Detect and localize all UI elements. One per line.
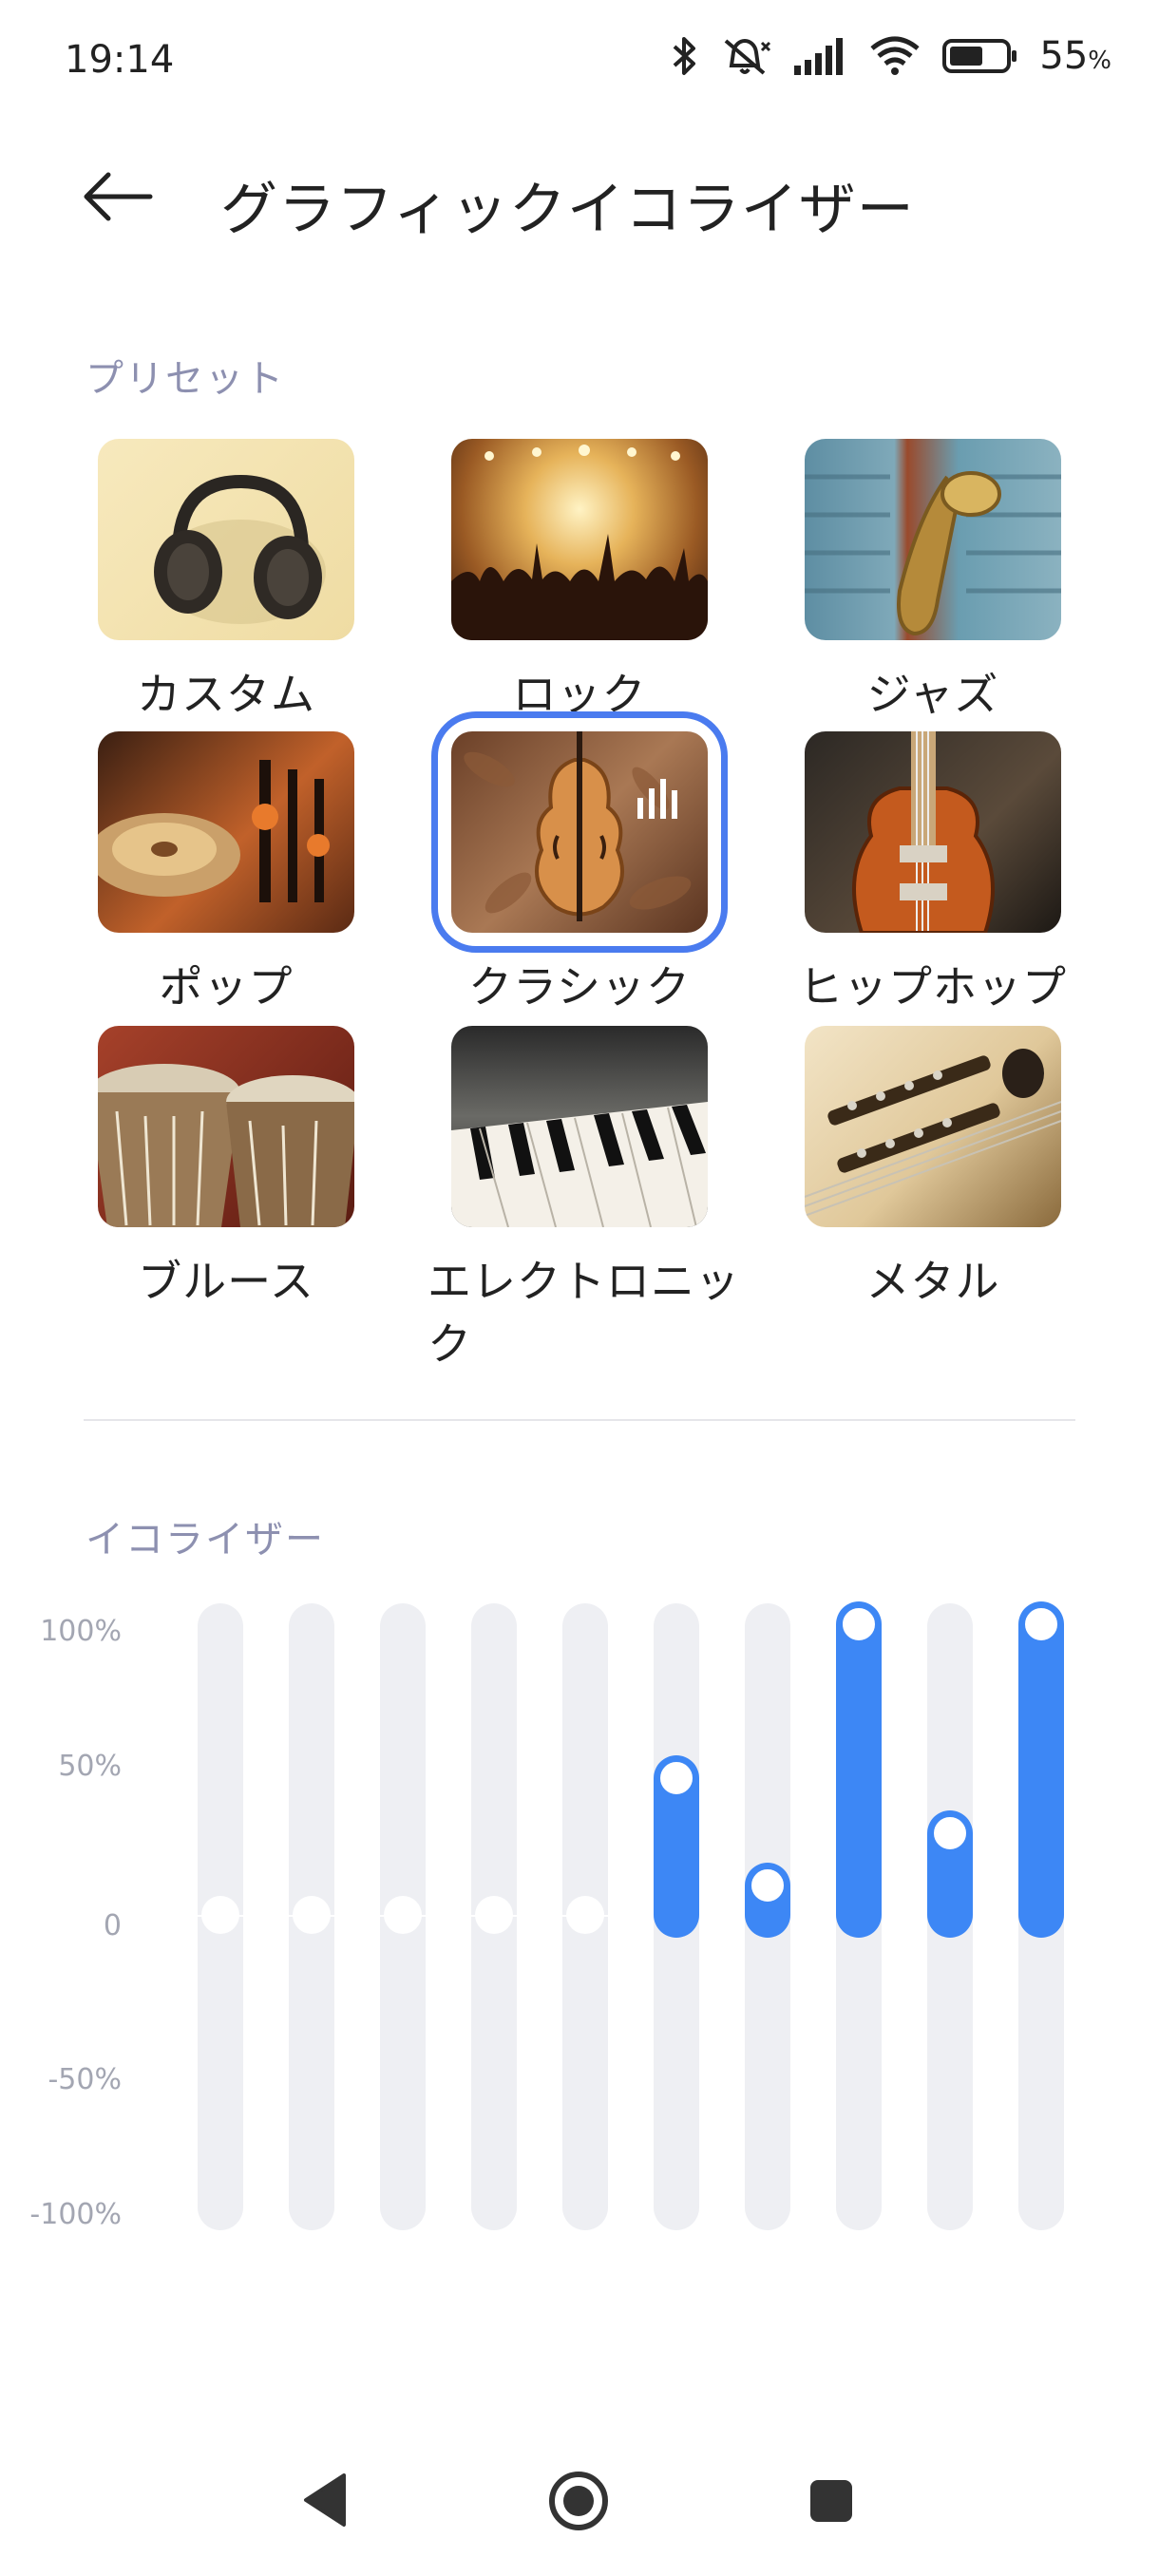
recents-square-icon xyxy=(810,2480,852,2522)
eq-band-fill xyxy=(836,1601,882,1938)
eq-band-knob[interactable] xyxy=(475,1896,513,1934)
home-circle-icon xyxy=(549,2472,608,2530)
nav-recents-button[interactable] xyxy=(808,2477,855,2525)
equalizer-sliders xyxy=(0,0,1159,2280)
eq-band-fill xyxy=(1018,1601,1064,1938)
eq-band-knob[interactable] xyxy=(293,1896,331,1934)
eq-band-knob[interactable] xyxy=(384,1896,422,1934)
nav-back-button[interactable] xyxy=(300,2470,353,2530)
eq-band-knob[interactable] xyxy=(657,1759,695,1798)
eq-band-knob[interactable] xyxy=(840,1605,878,1643)
eq-band-knob[interactable] xyxy=(566,1896,604,1934)
back-triangle-icon xyxy=(304,2473,346,2527)
eq-band-knob[interactable] xyxy=(201,1896,239,1934)
eq-band-knob[interactable] xyxy=(1022,1605,1060,1643)
nav-home-button[interactable] xyxy=(547,2470,610,2532)
